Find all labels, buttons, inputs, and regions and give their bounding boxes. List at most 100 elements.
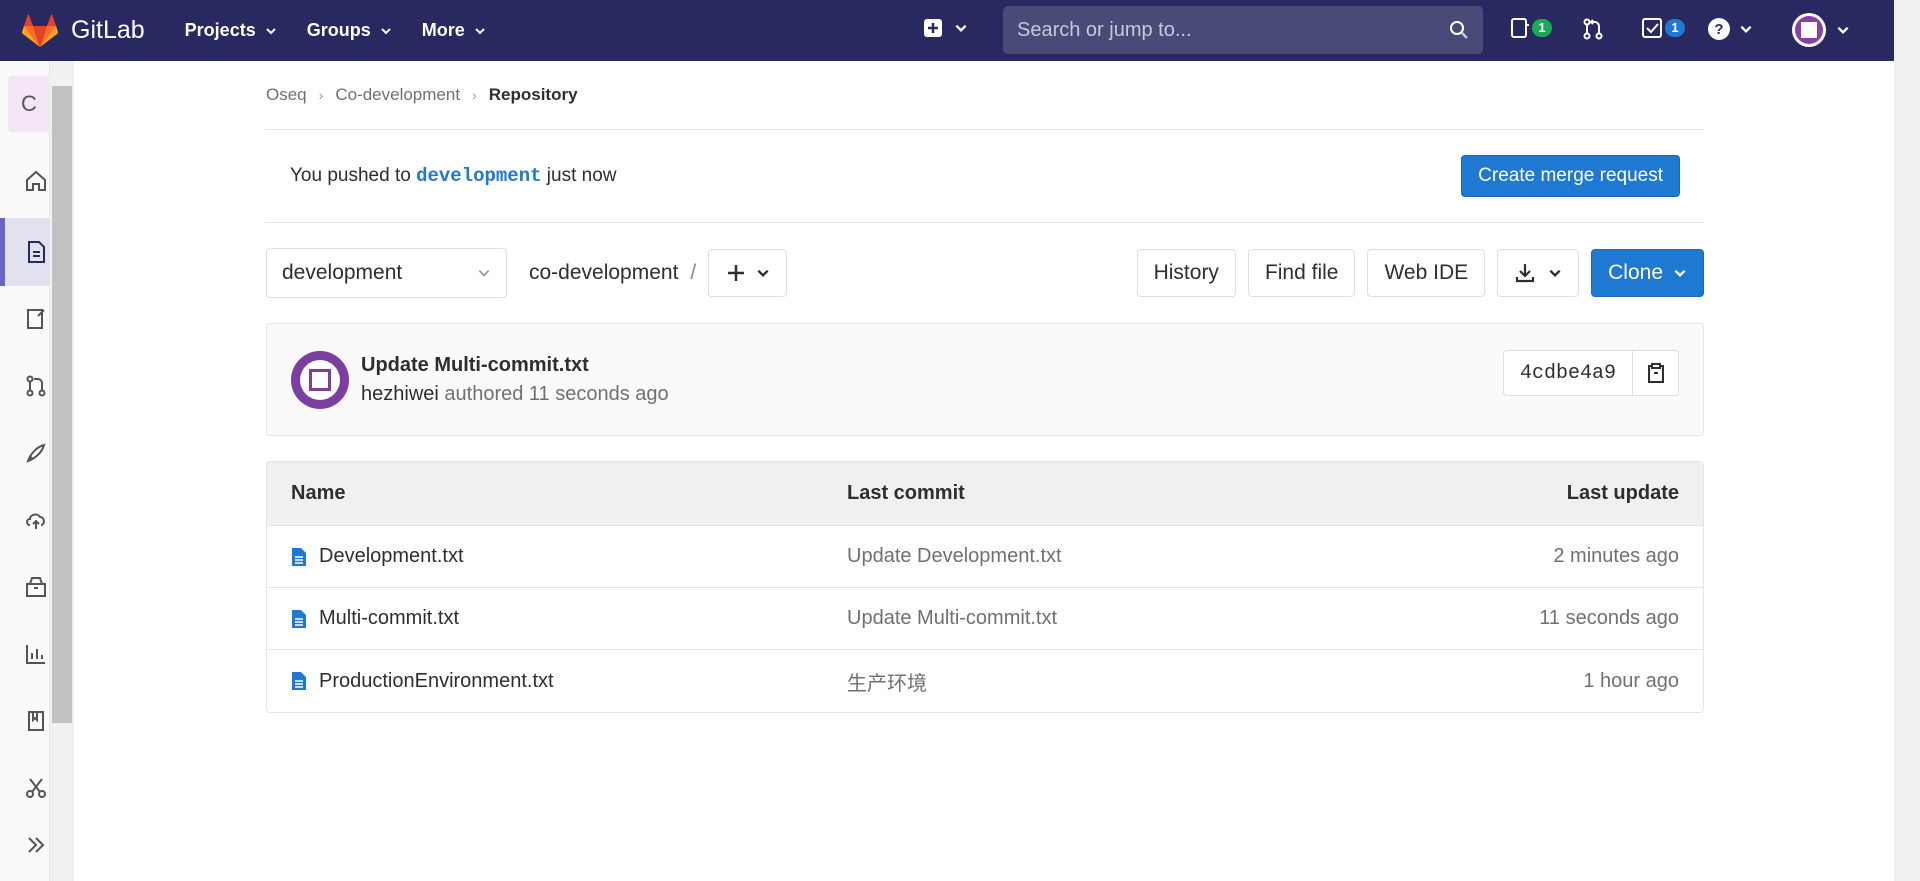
repo-path[interactable]: co-development xyxy=(529,261,678,285)
file-icon xyxy=(292,547,306,566)
menu-projects[interactable]: Projects xyxy=(185,20,277,41)
commit-sha[interactable]: 4cdbe4a9 xyxy=(1502,350,1633,396)
issues-icon xyxy=(1511,18,1529,38)
push-alert: You pushed to development just now Creat… xyxy=(266,130,1704,223)
user-menu[interactable] xyxy=(1792,13,1850,47)
branch-selector[interactable]: development xyxy=(266,248,507,298)
question-circle-icon: ? xyxy=(1708,18,1730,40)
commit-meta: hezhiwei authored 11 seconds ago xyxy=(361,383,669,406)
chevron-right-icon: › xyxy=(472,87,477,103)
header-name: Name xyxy=(291,482,346,504)
web-ide-button[interactable]: Web IDE xyxy=(1367,249,1486,297)
add-file-dropdown[interactable] xyxy=(708,249,788,297)
history-button[interactable]: History xyxy=(1136,249,1236,297)
main-content: Oseq › Co-development › Repository You p… xyxy=(266,61,1704,713)
todos-badge: 1 xyxy=(1665,19,1685,37)
menu-more[interactable]: More xyxy=(422,20,486,41)
double-chevron-right-icon xyxy=(28,837,45,853)
search-icon xyxy=(1450,21,1468,39)
header-last-commit: Last commit xyxy=(847,482,965,504)
file-link[interactable]: Development.txt xyxy=(319,545,464,568)
sidebar-item-issues[interactable] xyxy=(20,303,52,335)
sidebar-item-project[interactable] xyxy=(20,165,52,197)
table-row[interactable]: ProductionEnvironment.txt 生产环境 1 hour ag… xyxy=(267,650,1703,712)
sidebar-item-wiki[interactable] xyxy=(20,705,52,737)
avatar xyxy=(1792,13,1826,47)
chevron-down-icon xyxy=(1549,269,1561,277)
new-dropdown[interactable] xyxy=(922,17,968,39)
scissors-icon xyxy=(26,778,46,798)
commit-info: Update Multi-commit.txt hezhiwei authore… xyxy=(361,354,669,406)
menu-more-label: More xyxy=(421,20,465,40)
help-dropdown[interactable]: ? xyxy=(1707,17,1753,41)
search-box[interactable] xyxy=(1003,6,1483,54)
sidebar-item-merge-requests[interactable] xyxy=(20,370,52,402)
last-commit-box: Update Multi-commit.txt hezhiwei authore… xyxy=(266,323,1704,436)
find-file-button[interactable]: Find file xyxy=(1247,249,1356,297)
file-date: 2 minutes ago xyxy=(1553,545,1679,567)
main-menu: Projects Groups More xyxy=(185,20,516,41)
cloud-upload-icon xyxy=(26,513,45,529)
book-icon xyxy=(28,711,44,731)
push-branch[interactable]: development xyxy=(416,165,541,187)
plus-square-icon xyxy=(924,19,942,37)
clipboard-icon xyxy=(1647,363,1664,383)
chart-icon xyxy=(26,645,45,664)
sidebar-active-indicator xyxy=(0,218,5,286)
branch-selector-value: development xyxy=(282,261,403,284)
clone-label: Clone xyxy=(1608,261,1663,284)
file-name-cell: Development.txt xyxy=(267,545,847,568)
breadcrumb-project[interactable]: Co-development xyxy=(335,85,460,105)
breadcrumb-current[interactable]: Repository xyxy=(489,85,578,105)
sidebar-item-snippets[interactable] xyxy=(20,772,52,804)
sidebar-item-cicd[interactable] xyxy=(20,437,52,469)
search-input[interactable] xyxy=(1017,18,1449,42)
file-icon xyxy=(292,609,306,628)
chevron-down-icon xyxy=(266,27,276,34)
clone-dropdown[interactable]: Clone xyxy=(1591,249,1704,297)
commit-author[interactable]: hezhiwei xyxy=(361,383,439,405)
create-merge-request-button[interactable]: Create merge request xyxy=(1461,155,1680,197)
file-date: 1 hour ago xyxy=(1583,669,1679,692)
sidebar-item-packages[interactable] xyxy=(20,571,52,603)
issues-button[interactable]: 1 xyxy=(1510,17,1552,39)
sidebar-item-operations[interactable] xyxy=(20,504,52,536)
breadcrumb-group[interactable]: Oseq xyxy=(266,85,307,105)
merge-requests-button[interactable] xyxy=(1581,17,1605,41)
copy-sha-button[interactable] xyxy=(1633,350,1679,396)
file-commit[interactable]: Update Development.txt xyxy=(847,545,1383,568)
commit-title[interactable]: Update Multi-commit.txt xyxy=(361,354,669,377)
document-icon xyxy=(28,241,45,263)
todos-button[interactable]: 1 xyxy=(1641,17,1685,39)
svg-text:?: ? xyxy=(1714,21,1723,38)
repo-toolbar: development co-development / History Fin… xyxy=(266,223,1704,323)
merge-request-icon xyxy=(26,375,46,397)
file-commit[interactable]: Update Multi-commit.txt xyxy=(847,607,1383,630)
file-name-cell: Multi-commit.txt xyxy=(267,607,847,630)
file-link[interactable]: ProductionEnvironment.txt xyxy=(319,670,554,693)
file-name-cell: ProductionEnvironment.txt xyxy=(267,670,847,693)
download-dropdown[interactable] xyxy=(1497,249,1580,297)
issues-icon xyxy=(27,309,45,329)
file-link[interactable]: Multi-commit.txt xyxy=(319,607,459,630)
chevron-down-icon xyxy=(478,270,490,277)
menu-groups[interactable]: Groups xyxy=(307,20,392,41)
gitlab-logo[interactable]: GitLab xyxy=(22,14,145,48)
top-navbar: GitLab Projects Groups More Search or ju… xyxy=(0,0,1894,61)
sidebar-item-analytics[interactable] xyxy=(20,638,52,670)
table-row[interactable]: Multi-commit.txt Update Multi-commit.txt… xyxy=(267,588,1703,650)
sidebar-item-repository[interactable] xyxy=(20,236,52,268)
menu-projects-label: Projects xyxy=(184,20,256,40)
project-avatar[interactable]: C xyxy=(8,76,50,132)
chevron-down-icon xyxy=(381,27,391,34)
tanuki-icon xyxy=(22,14,58,47)
header-last-update: Last update xyxy=(1566,482,1679,504)
avatar[interactable] xyxy=(291,350,349,409)
file-commit[interactable]: 生产环境 xyxy=(847,667,1383,696)
page-scrollbar[interactable] xyxy=(1894,0,1920,881)
plus-icon xyxy=(727,265,744,281)
sidebar-scroll-thumb[interactable] xyxy=(52,86,72,723)
collapse-sidebar-button[interactable] xyxy=(20,829,52,861)
file-icon xyxy=(292,672,306,690)
table-row[interactable]: Development.txt Update Development.txt 2… xyxy=(267,526,1703,588)
